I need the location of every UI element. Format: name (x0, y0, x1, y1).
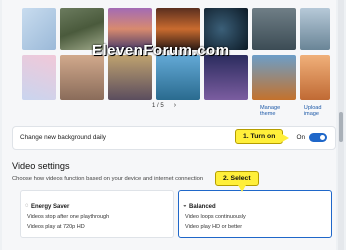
option-name: Energy Saver (31, 204, 70, 210)
leaf-icon: ◌ (25, 203, 29, 209)
thumbnail[interactable] (204, 55, 248, 100)
option-line: Video play HD or better (185, 224, 243, 230)
callout-turn-on: 1. Turn on (235, 129, 290, 144)
thumbnail[interactable] (156, 55, 200, 100)
thumbnail[interactable] (300, 8, 330, 50)
video-options: ◌ Energy Saver Videos stop after one pla… (12, 190, 334, 238)
thumbnail[interactable] (60, 55, 104, 100)
video-settings-subtitle: Choose how videos function based on your… (12, 176, 204, 182)
option-line: Videos stop after one playthrough (27, 214, 110, 220)
daily-toggle[interactable] (309, 133, 327, 142)
chevron-right-icon[interactable]: › (174, 102, 176, 109)
thumbnail[interactable] (252, 8, 296, 50)
watermark-text: ElevenForum.com (92, 42, 230, 59)
daily-label: Change new background daily (20, 134, 106, 141)
option-line: Video loops continuously (185, 214, 246, 220)
upload-image-link[interactable]: Upload image (304, 105, 336, 117)
thumbnail[interactable] (252, 55, 296, 100)
thumbnail[interactable] (108, 55, 152, 100)
thumbnail[interactable] (300, 55, 330, 100)
energy-saver-option[interactable]: ◌ Energy Saver Videos stop after one pla… (20, 190, 174, 238)
scrollbar[interactable] (338, 0, 344, 250)
callout-select: 2. Select (215, 171, 259, 192)
gallery-pager: 1 / 5 › (152, 102, 176, 109)
scrollbar-thumb[interactable] (339, 112, 343, 142)
settings-panel: ElevenForum.com 1 / 5 › Manage theme Upl… (2, 0, 336, 250)
thumbnail[interactable] (22, 55, 56, 100)
option-line: Videos play at 720p HD (27, 224, 85, 230)
page-indicator: 1 / 5 (152, 102, 164, 109)
balance-icon: ◒ (183, 203, 187, 209)
option-name: Balanced (189, 204, 216, 210)
video-settings-title: Video settings (12, 161, 70, 171)
thumbnail[interactable] (22, 8, 56, 50)
toggle-state-label: On (296, 134, 305, 141)
balanced-option[interactable]: ◒ Balanced Video loops continuously Vide… (178, 190, 332, 238)
gallery-links: Manage theme Upload image (260, 105, 336, 117)
manage-theme-link[interactable]: Manage theme (260, 105, 295, 117)
